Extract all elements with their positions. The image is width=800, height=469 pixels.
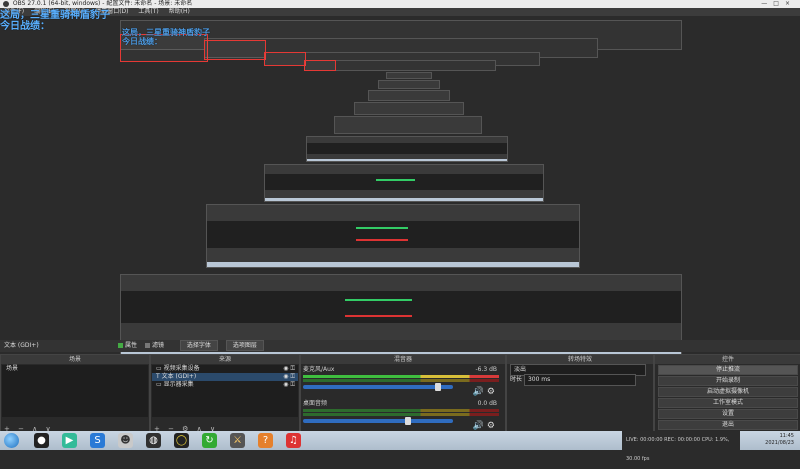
preview-canvas[interactable] [0,16,800,356]
sources-list: ▭ 视频采集设备 ◉ ⚿ T 文本 (GDI+) ◉ ⚿ ▭ 显示器采集 ◉ ⚿ [152,365,298,417]
overlay-text-line2: 今日战绩： [0,21,50,32]
volume-slider-knob[interactable] [405,417,411,425]
windows-taskbar: ● ▶ S ☻ ◍ ◯ ↻ ⚔ ? ♫ LIVE: 00:00:00 REC: … [0,431,800,462]
duration-input[interactable]: 300 ms [523,374,636,386]
transitions-dock: 转场特效 淡出 时长 300 ms [506,354,654,436]
nested-preview-4 [306,136,508,162]
clock-time: 11:45 [779,433,794,439]
mixer-dock: 混音器 麦克风/Aux -6.3 dB 🔊 ⚙ 桌面音频 0.0 dB 🔊 ⚙ [300,354,506,436]
overlay-text: 这局，三星重骑神盾豹子 今日战绩： [0,10,110,32]
mixer-channel-desktop: 桌面音频 0.0 dB 🔊 ⚙ [303,400,499,434]
overlay-text-copy-line2: 今日战绩： [122,36,162,46]
nested-preview-6 [354,102,464,115]
source-item-text[interactable]: T 文本 (GDI+) ◉ ⚿ [152,373,298,381]
sources-dock: 来源 ▭ 视频采集设备 ◉ ⚿ T 文本 (GDI+) ◉ ⚿ ▭ 显示器采集 ◉ ⚿… [150,354,300,436]
volume-slider[interactable] [303,383,453,391]
source-toolbar: 文本 (GDI+) 属性 滤镜 选择字体 选项图层 [0,340,800,352]
display-icon: ▭ [156,381,164,388]
window-title: OBS 27.0.1 (64-bit, windows) - 配置文件: 未命名… [12,0,193,7]
rec-timer: REC: 00:00:00 [664,437,701,443]
mixer-channel-db: 0.0 dB [477,400,497,407]
mixer-channel-name: 麦克风/Aux [303,366,335,373]
studio-mode-button[interactable]: 工作室模式 [658,398,798,408]
clock-date: 2021/08/23 [765,440,794,446]
overlay-text-line1: 这局，三星重骑神盾豹子 [0,10,110,21]
menu-bar: 文件(F) 编辑(E) 视图(V) 停靠窗口(D) 工具(T) 帮助(H) [0,8,800,16]
sogou-input-icon[interactable]: S [90,433,105,448]
window-title-bar: OBS 27.0.1 (64-bit, windows) - 配置文件: 未命名… [0,0,800,8]
nested-preview-8 [378,80,440,89]
eye-lock-icon[interactable]: ◉ ⚿ [283,373,295,381]
game-character-icon[interactable]: ☻ [118,433,133,448]
volume-meter [303,409,499,412]
mixer-channel-mic: 麦克风/Aux -6.3 dB 🔊 ⚙ [303,366,499,400]
speaker-icon[interactable]: 🔊 ⚙ [473,387,495,397]
menu-help[interactable]: 帮助(H) [169,8,190,15]
mixer-header: 混音器 [301,355,505,364]
nested-preview-2 [206,204,580,268]
controls-dock: 控件 停止推流 开始录制 启动虚拟摄像机 工作室模式 设置 退出 [654,354,800,436]
mixer-channel-db: -6.3 dB [475,366,497,373]
volume-meter [303,413,499,416]
text-source-highlight-4 [304,60,336,71]
text-source-highlight-2 [204,40,266,60]
selected-source-name: 文本 (GDI+) [4,342,39,349]
duration-label: 时长 [510,376,523,383]
start-virtual-camera-button[interactable]: 启动虚拟摄像机 [658,387,798,397]
menu-tools[interactable]: 工具(T) [138,8,158,15]
eye-lock-icon[interactable]: ◉ ⚿ [283,381,295,389]
overlay-text-copy: 这局，三星重骑神盾豹子 今日战绩： [122,28,210,46]
obs-logo-icon [3,1,9,7]
controls-header: 控件 [655,355,800,364]
settings-button[interactable]: 设置 [658,409,798,419]
select-font-button[interactable]: 选择字体 [179,340,218,351]
video-player-icon[interactable]: ▶ [62,433,77,448]
sources-header: 来源 [151,355,299,364]
window-controls[interactable]: —□× [761,0,796,8]
source-item-display-capture[interactable]: ▭ 显示器采集 ◉ ⚿ [152,381,298,389]
scenes-list: 场景 [2,365,148,417]
transitions-header: 转场特效 [507,355,653,364]
speaker-icon[interactable]: 🔊 ⚙ [473,421,495,431]
source-item-video-capture[interactable]: ▭ 视频采集设备 ◉ ⚿ [152,365,298,373]
obs-icon[interactable]: ◍ [146,433,161,448]
nested-preview-3 [264,164,544,202]
properties-button[interactable]: 属性 [125,342,137,349]
gear-icon[interactable] [118,343,123,348]
start-recording-button[interactable]: 开始录制 [658,376,798,386]
layer-options-button[interactable]: 选项图层 [225,340,264,351]
ring-app-icon[interactable]: ◯ [174,433,189,448]
text-source-highlight-3 [264,52,306,66]
browser-icon[interactable]: ? [258,433,273,448]
scenes-header: 场景 [1,355,149,364]
monitor-icon: ▭ [156,365,164,372]
live-timer: LIVE: 00:00:00 [626,437,663,443]
volume-meter [303,379,499,382]
netease-music-icon[interactable]: ♫ [286,433,301,448]
system-tray: LIVE: 00:00:00 REC: 00:00:00 CPU: 1.9%, … [592,431,800,462]
volume-slider[interactable] [303,417,453,425]
qq-penguin-icon[interactable]: ● [34,433,49,448]
mixer-channel-name: 桌面音频 [303,400,328,407]
system-clock[interactable]: 11:45 2021/08/23 [765,433,794,447]
stop-streaming-button[interactable]: 停止推流 [658,365,798,375]
exit-button[interactable]: 退出 [658,420,798,430]
volume-slider-knob[interactable] [435,383,441,391]
refresh-app-icon[interactable]: ↻ [202,433,217,448]
nested-preview-7 [368,90,450,101]
obs-status-bar: LIVE: 00:00:00 REC: 00:00:00 CPU: 1.9%, … [622,431,740,462]
start-orb-icon[interactable] [4,433,19,448]
filters-button[interactable]: 滤镜 [152,342,164,349]
nested-preview-5 [334,116,482,134]
volume-meter [303,375,499,378]
scenes-dock: 场景 场景 + − ∧ ∨ [0,354,150,436]
eye-lock-icon[interactable]: ◉ ⚿ [283,365,295,373]
sword-game-icon[interactable]: ⚔ [230,433,245,448]
nested-preview-9 [386,72,432,79]
filter-icon[interactable] [144,343,150,348]
scene-item[interactable]: 场景 [2,365,148,373]
